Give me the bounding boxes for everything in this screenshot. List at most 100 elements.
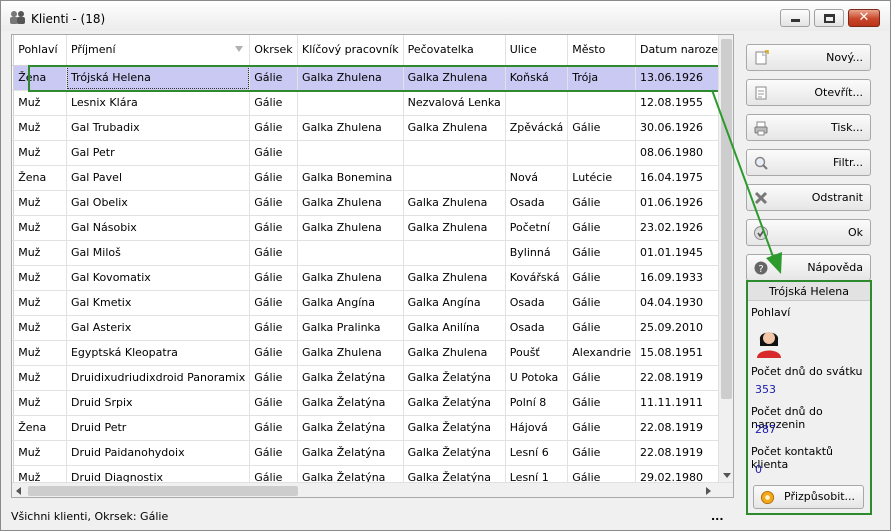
table-cell[interactable]: Galka Zhulena [297,190,404,216]
table-cell[interactable]: Gálie [567,440,636,466]
table-cell[interactable]: Druid Petr [66,415,251,441]
column-header[interactable]: Okrsek [249,35,299,66]
table-cell[interactable]: Egyptská Kleopatra [66,340,251,366]
table-cell[interactable]: Gálie [249,390,299,416]
table-cell[interactable]: Alexandrie [567,340,636,366]
table-row[interactable]: Muž Druid Srpix Gálie Galka Želatýna Galka Ž… [12,390,733,416]
row-indicator[interactable] [12,115,15,141]
table-cell[interactable]: Gálie [567,190,636,216]
table-cell[interactable]: Gálie [249,340,299,366]
table-row[interactable]: Muž Druidixudriudixdroid Panoramix Gálie Ga… [12,365,733,391]
title-bar[interactable]: Klienti - (18) ✕ [1,1,890,31]
table-cell[interactable]: Gálie [249,415,299,441]
vertical-scroll-thumb[interactable] [721,39,732,399]
table-cell[interactable] [403,140,506,166]
row-indicator[interactable] [12,90,15,116]
close-button[interactable]: ✕ [848,9,880,27]
table-cell[interactable]: Muž [13,365,67,391]
column-header[interactable]: Klíčový pracovník [297,35,404,66]
table-row[interactable]: Muž Gal Asterix Gálie Galka Pralinka Galka A… [12,315,733,341]
table-cell[interactable]: Muž [13,215,67,241]
table-cell[interactable]: Gálie [249,365,299,391]
table-cell[interactable]: Muž [13,115,67,141]
table-cell[interactable]: Gálie [249,140,299,166]
table-cell[interactable]: Galka Želatýna [297,390,404,416]
row-indicator[interactable] [12,190,15,216]
table-row[interactable]: Muž Gal Petr Gálie 08.06.1980 [12,140,733,166]
row-indicator[interactable] [12,65,15,91]
table-row[interactable]: Muž Gal Násobix Gálie Galka Zhulena Galka Zh… [12,215,733,241]
table-cell[interactable]: Žena [13,415,67,441]
table-row[interactable]: Muž Gal Trubadix Gálie Galka Zhulena Galka Z… [12,115,733,141]
table-row[interactable]: Muž Gal Kovomatix Gálie Galka Zhulena Galka … [12,265,733,291]
row-indicator[interactable] [12,315,15,341]
table-cell[interactable]: Gal Obelix [66,190,251,216]
table-cell[interactable]: Galka Želatýna [297,440,404,466]
table-cell[interactable]: Trója [567,65,636,91]
table-cell[interactable]: Galka Angína [297,290,404,316]
table-row[interactable]: Muž Lesnix Klára Gálie Nezvalová Lenka 12.08… [12,90,733,116]
table-cell[interactable]: Gálie [249,315,299,341]
table-cell[interactable]: Gálie [249,190,299,216]
table-cell[interactable]: Gálie [249,115,299,141]
row-indicator[interactable] [12,340,15,366]
table-row[interactable]: Muž Gal Kmetix Gálie Galka Angína Galka Angí… [12,290,733,316]
table-cell[interactable]: Gálie [249,215,299,241]
row-indicator[interactable] [12,240,15,266]
vertical-scrollbar[interactable] [718,35,733,482]
table-cell[interactable]: Gal Kovomatix [66,265,251,291]
table-cell[interactable]: Galka Zhulena [403,265,506,291]
table-cell[interactable]: Lesní 6 [505,440,569,466]
action-button[interactable]: Tisk... [746,114,871,141]
minimize-button[interactable] [780,9,810,27]
table-cell[interactable]: Galka Zhulena [403,340,506,366]
table-cell[interactable]: Galka Zhulena [403,215,506,241]
table-cell[interactable]: Gálie [567,265,636,291]
table-cell[interactable]: Lesnix Klára [66,90,251,116]
table-cell[interactable]: Gal Pavel [66,165,251,191]
table-cell[interactable]: Gálie [567,365,636,391]
table-cell[interactable]: Trójská Helena [66,65,251,91]
table-cell[interactable]: Gal Asterix [66,315,251,341]
table-cell[interactable]: Galka Bonemina [297,165,404,191]
table-cell[interactable]: Muž [13,240,67,266]
table-row[interactable]: Žena Gal Pavel Gálie Galka Bonemina Nová Luté… [12,165,733,191]
table-cell[interactable]: Polní 8 [505,390,569,416]
table-cell[interactable]: Muž [13,190,67,216]
table-cell[interactable]: Gal Miloš [66,240,251,266]
horizontal-scrollbar[interactable] [12,482,733,497]
column-header[interactable]: Pečovatelka [403,35,506,66]
table-cell[interactable]: Osada [505,190,569,216]
row-indicator[interactable] [12,365,15,391]
table-cell[interactable]: Gálie [567,240,636,266]
table-cell[interactable]: Gálie [249,65,299,91]
table-cell[interactable]: Galka Zhulena [403,190,506,216]
table-cell[interactable]: Galka Zhulena [297,340,404,366]
table-row[interactable]: Muž Gal Obelix Gálie Galka Zhulena Galka Zhu… [12,190,733,216]
table-cell[interactable]: Galka Zhulena [297,215,404,241]
table-cell[interactable]: Muž [13,265,67,291]
table-cell[interactable]: Gal Násobix [66,215,251,241]
table-cell[interactable]: Galka Anilína [403,315,506,341]
column-header[interactable]: Město [567,35,636,66]
table-cell[interactable]: U Potoka [505,365,569,391]
table-cell[interactable]: Galka Zhulena [297,115,404,141]
row-indicator[interactable] [12,265,15,291]
table-cell[interactable]: Gálie [249,240,299,266]
table-row[interactable]: Žena Trójská Helena Gálie Galka Zhulena Galk… [12,65,733,91]
table-cell[interactable]: Žena [13,65,67,91]
table-cell[interactable]: Koňská [505,65,569,91]
table-cell[interactable]: Gálie [249,90,299,116]
table-cell[interactable]: Hájová [505,415,569,441]
table-cell[interactable]: Gal Trubadix [66,115,251,141]
table-cell[interactable]: Galka Zhulena [297,65,404,91]
table-cell[interactable]: Gálie [567,315,636,341]
table-row[interactable]: Žena Druid Petr Gálie Galka Želatýna Galka Ž… [12,415,733,441]
action-button[interactable]: Ok [746,219,871,246]
table-cell[interactable]: Početní [505,215,569,241]
table-cell[interactable]: Gálie [249,440,299,466]
table-cell[interactable]: Bylinná [505,240,569,266]
scroll-right-icon[interactable] [706,487,711,495]
table-cell[interactable]: Muž [13,140,67,166]
row-indicator[interactable] [12,415,15,441]
